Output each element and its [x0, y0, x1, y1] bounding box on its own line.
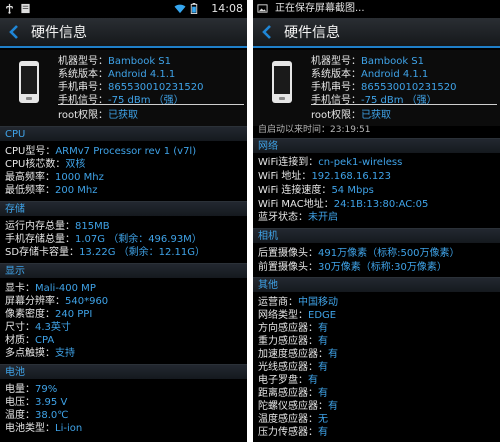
info-row: 多点触摸：支持	[5, 348, 75, 359]
wifi-icon	[174, 4, 186, 14]
info-row: 电子罗盘：有	[258, 375, 318, 386]
info-row: 方向感应器：有	[258, 323, 328, 334]
image-icon	[257, 4, 268, 13]
info-row: 最高频率：1000 Mhz	[5, 172, 104, 183]
phone-icon	[272, 61, 292, 103]
section-header-network: 网络	[253, 138, 500, 153]
info-row: 运行内存总量：815MB	[5, 221, 110, 232]
info-row: 电压：3.95 V	[5, 397, 68, 408]
back-icon[interactable]	[6, 23, 22, 41]
info-row: 压力传感器：有	[258, 427, 328, 438]
device-row: root权限：已获取	[311, 110, 392, 121]
status-time: 14:08	[211, 2, 243, 15]
section-header-other: 其他	[253, 277, 500, 292]
usb-icon	[6, 3, 13, 14]
info-row: 陀螺仪感应器：有	[258, 401, 338, 412]
info-row: WiFi 连接速度：54 Mbps	[258, 185, 374, 196]
device-row: 手机信号：-75 dBm （强）	[311, 95, 437, 106]
left-screen: 14:08 硬件信息 机器型号：Bambook S1 系统版本：Android …	[0, 0, 247, 442]
title-bar: 硬件信息	[253, 18, 500, 48]
device-summary: 机器型号：Bambook S1 系统版本：Android 4.1.1 手机串号：…	[0, 50, 247, 126]
section-header-camera: 相机	[253, 228, 500, 243]
status-bar: 正在保存屏幕截图...	[253, 0, 500, 18]
info-row: 距离感应器：有	[258, 388, 328, 399]
info-row: 温度：38.0℃	[5, 410, 69, 421]
info-row: WiFi MAC地址：24:1B:13:80:AC:05	[258, 199, 429, 210]
page-title: 硬件信息	[31, 25, 87, 41]
device-row: 手机串号：865530010231520	[58, 82, 204, 93]
right-screen: 正在保存屏幕截图... 硬件信息 机器型号：Bambook S1 系统版本：An…	[253, 0, 500, 442]
section-header-display: 显示	[0, 263, 247, 278]
info-row: 像素密度：240 PPI	[5, 309, 93, 320]
info-row: 最低频率：200 Mhz	[5, 185, 98, 196]
info-row: 光线感应器：有	[258, 362, 328, 373]
info-row: 温度感应器：无	[258, 414, 328, 425]
device-summary: 机器型号：Bambook S1 系统版本：Android 4.1.1 手机串号：…	[253, 50, 500, 126]
title-bar: 硬件信息	[0, 18, 247, 48]
info-row: 材质：CPA	[5, 335, 55, 346]
info-row: 网络类型：EDGE	[258, 310, 337, 321]
section-header-cpu: CPU	[0, 126, 247, 141]
page-title: 硬件信息	[284, 25, 340, 41]
phone-icon	[19, 61, 39, 103]
device-row: 手机串号：865530010231520	[311, 82, 457, 93]
section-header-storage: 存储	[0, 201, 247, 216]
info-row: 电池类型：Li-ion	[5, 423, 83, 434]
battery-icon	[190, 3, 198, 14]
info-row: WiFi 地址：192.168.16.123	[258, 171, 391, 182]
info-row: 显卡：Mali-400 MP	[5, 283, 96, 294]
divider-line	[58, 104, 244, 105]
info-row: 前置摄像头：30万像素（标称:30万像素）	[258, 262, 447, 273]
info-row: CPU核芯数：双核	[5, 159, 86, 170]
uptime-row: 自启动以来时间：23:19:51	[258, 125, 371, 135]
device-row: 机器型号：Bambook S1	[311, 56, 424, 67]
info-row: 后置摄像头：491万像素（标称:500万像素）	[258, 248, 460, 259]
device-row: 机器型号：Bambook S1	[58, 56, 171, 67]
section-header-battery: 电池	[0, 364, 247, 379]
device-row: 手机信号：-75 dBm （强）	[58, 95, 184, 106]
device-row: 系统版本：Android 4.1.1	[58, 69, 176, 80]
device-row: 系统版本：Android 4.1.1	[311, 69, 429, 80]
notification-icon	[21, 3, 30, 14]
info-row: WiFi连接到：cn-pek1-wireless	[258, 157, 403, 168]
status-bar: 14:08	[0, 0, 247, 18]
status-message: 正在保存屏幕截图...	[275, 3, 365, 14]
info-row: 运营商：中国移动	[258, 297, 338, 308]
info-row: 重力感应器：有	[258, 336, 328, 347]
info-row: 加速度感应器：有	[258, 349, 338, 360]
back-icon[interactable]	[259, 23, 275, 41]
info-row: 屏幕分辨率：540*960	[5, 296, 109, 307]
info-row: 尺寸：4.3英寸	[5, 322, 71, 333]
info-row: 手机存储总量：1.07G （剩余：496.93M）	[5, 234, 202, 245]
info-row: CPU型号：ARMv7 Processor rev 1 (v7l)	[5, 146, 197, 157]
info-row: 电量：79%	[5, 384, 58, 395]
info-row: SD存储卡容量：13.22G （剩余：12.11G）	[5, 247, 205, 258]
divider-line	[311, 104, 497, 105]
device-row: root权限：已获取	[58, 110, 139, 121]
info-row: 蓝牙状态：未开启	[258, 212, 338, 223]
